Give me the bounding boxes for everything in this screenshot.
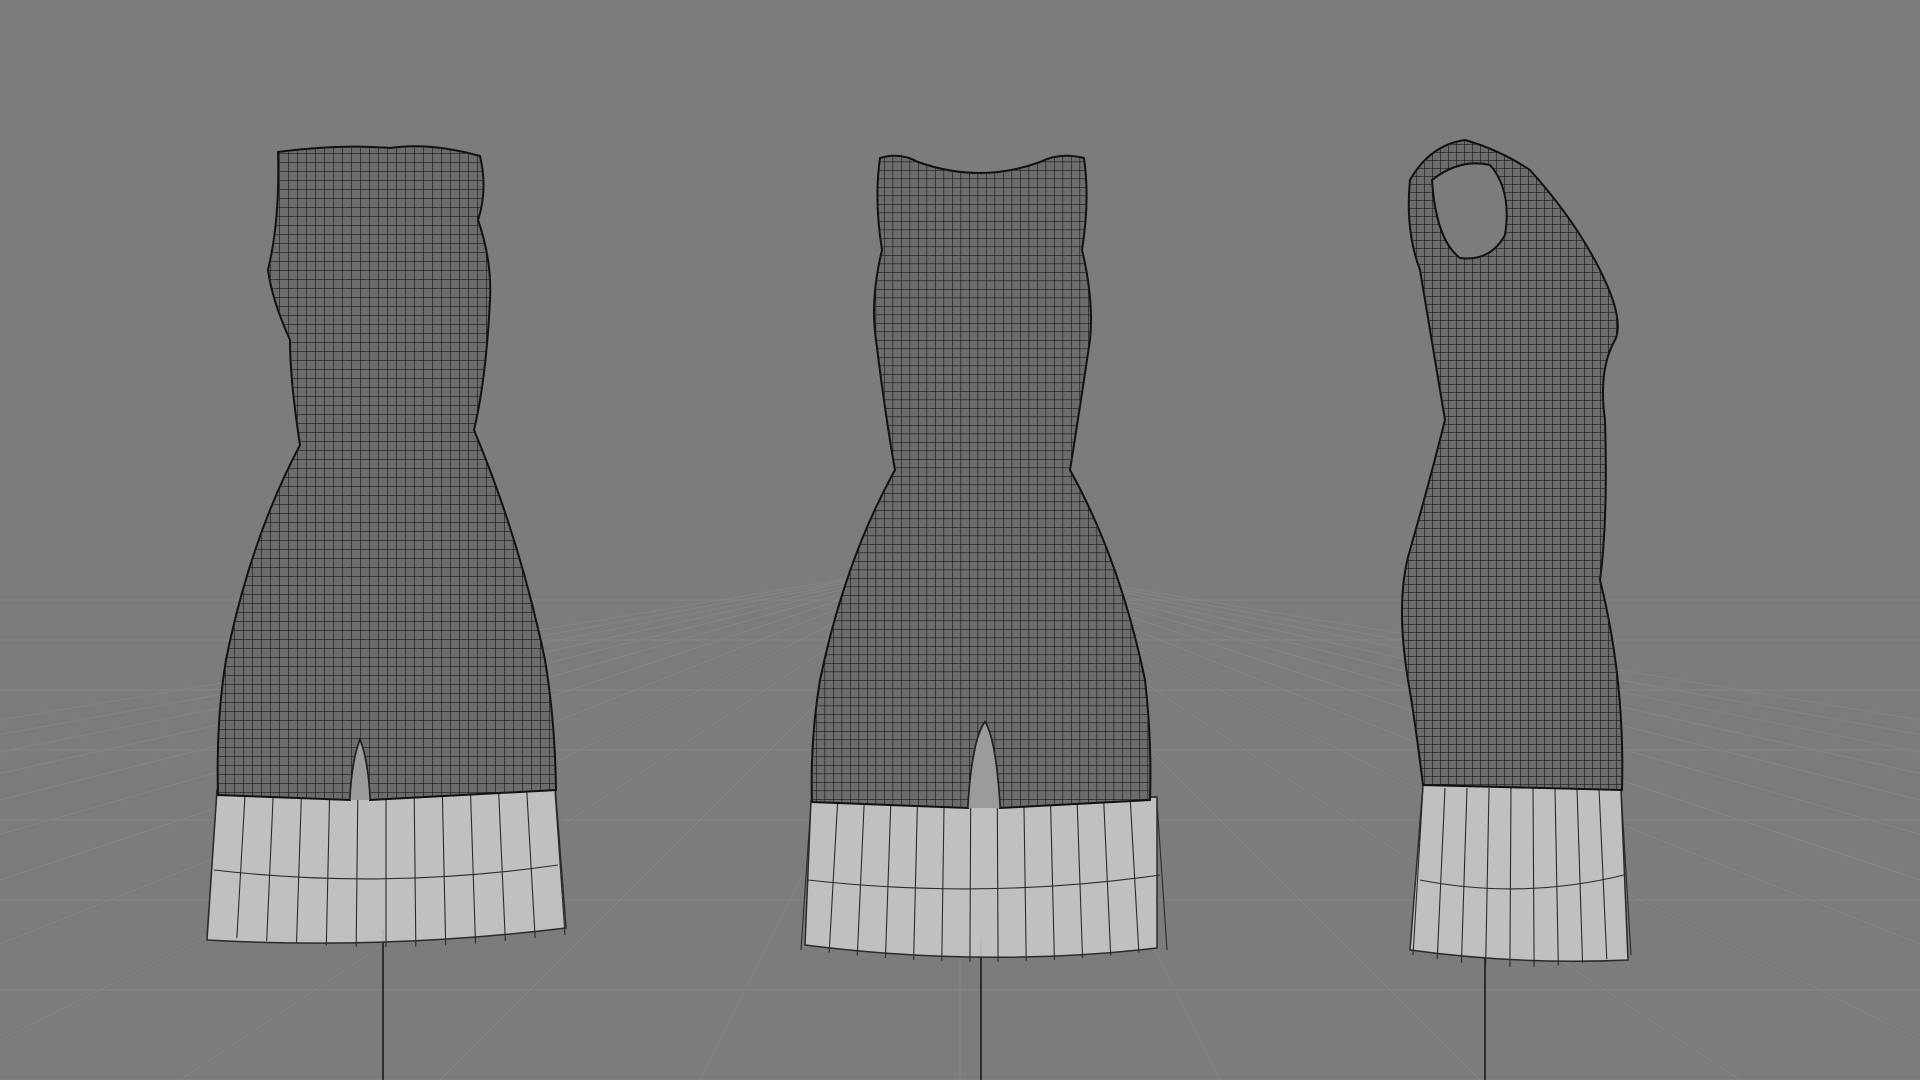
wireframe-garment-side-view[interactable]: [1401, 138, 1632, 1080]
skirt-mesh: [1409, 784, 1629, 962]
3d-viewport[interactable]: [0, 0, 1920, 1080]
wireframe-garment-back-view[interactable]: [206, 145, 567, 1080]
wireframe-garment-front-view[interactable]: [800, 154, 1168, 1080]
viewport-canvas[interactable]: [0, 0, 1920, 1080]
